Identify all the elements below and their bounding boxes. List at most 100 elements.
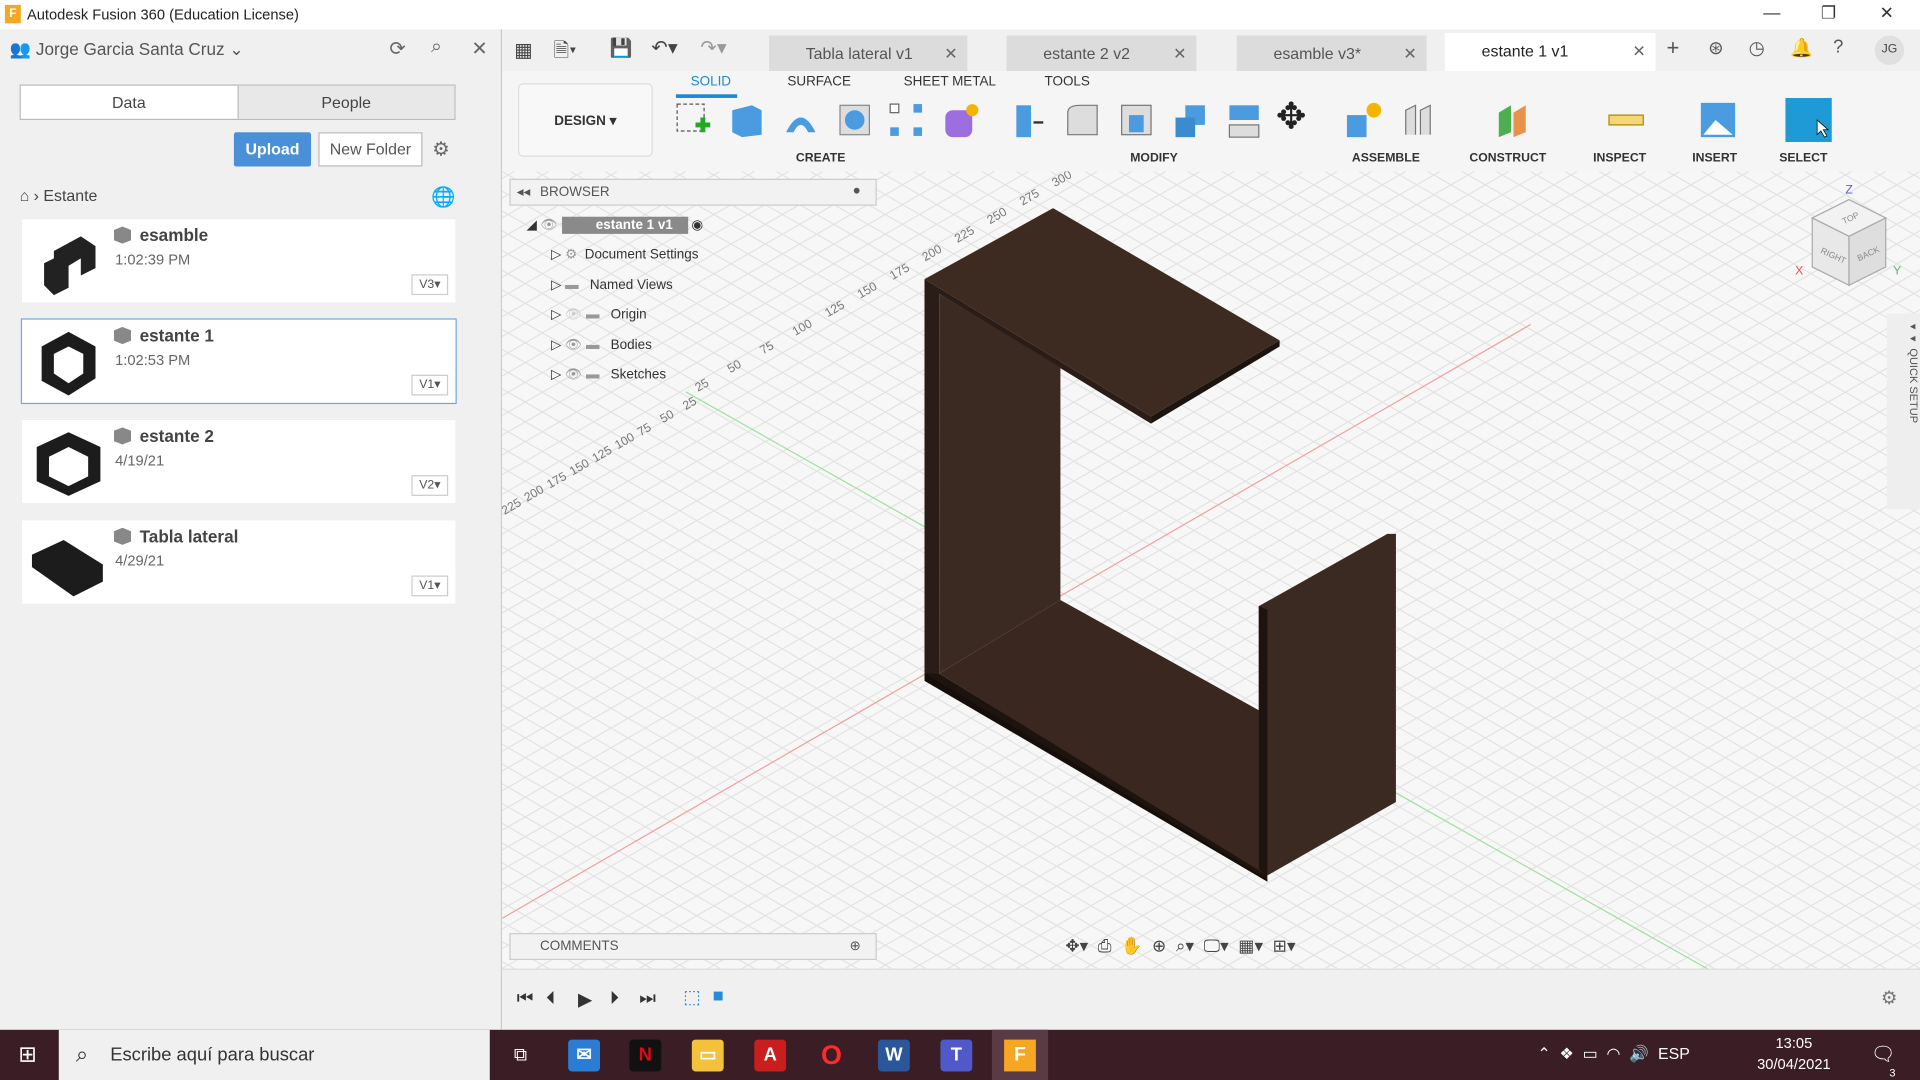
notification-center-icon[interactable]: 🗨3 — [1871, 1042, 1896, 1080]
windows-start-icon[interactable]: ⊞ — [18, 1042, 36, 1068]
task-view-icon[interactable]: ⧉ — [504, 1040, 536, 1072]
notifications-bell-icon[interactable]: 🔔 — [1790, 37, 1813, 59]
create-sketch-icon[interactable] — [673, 100, 712, 139]
quick-setup-panel[interactable]: ◂◂ QUICK SETUP — [1886, 313, 1920, 510]
visibility-eye-icon[interactable]: 👁 — [541, 218, 558, 233]
job-status-icon[interactable]: ◷ — [1749, 37, 1765, 59]
browser-item[interactable]: ▷ 👁 ▬ Sketches — [551, 362, 666, 386]
inspect-menu[interactable]: INSPECT — [1593, 152, 1646, 165]
close-tab-icon[interactable]: ✕ — [1632, 33, 1645, 69]
version-dropdown[interactable]: V1▾ — [411, 374, 449, 396]
press-pull-icon[interactable] — [1009, 100, 1048, 139]
extensions-icon[interactable]: ⊛ — [1708, 37, 1723, 59]
browser-item[interactable]: ▷ ▬ Named Views — [551, 273, 673, 297]
browser-panel-header[interactable]: ◂◂ BROWSER ● — [509, 178, 877, 206]
version-dropdown[interactable]: V2▾ — [411, 475, 449, 496]
offset-face-icon[interactable] — [1225, 100, 1264, 139]
settings-gear-icon[interactable]: ⚙ — [432, 137, 450, 161]
root-component[interactable]: estante 1 v1 — [561, 216, 688, 234]
timeline-settings-icon[interactable]: ⚙ — [1881, 987, 1897, 1009]
display-settings-icon[interactable]: 🖵▾ — [1204, 936, 1229, 956]
revolve-icon[interactable] — [781, 100, 820, 139]
3d-canvas[interactable]: 2550751001251501752002252502753003253503… — [502, 171, 1920, 969]
create-menu[interactable]: CREATE — [796, 152, 845, 165]
close-tab-icon[interactable]: ✕ — [1403, 36, 1416, 72]
close-tab-icon[interactable]: ✕ — [944, 36, 957, 72]
look-at-icon[interactable]: ⎙ — [1098, 936, 1112, 956]
fit-icon[interactable]: ⌕▾ — [1176, 936, 1194, 956]
search-icon[interactable]: ⌕ — [431, 37, 442, 59]
help-icon[interactable]: ? — [1833, 37, 1843, 58]
save-icon[interactable]: 💾 — [610, 37, 633, 59]
hidden-eye-icon[interactable]: 👁 — [565, 307, 582, 322]
grid-settings-icon[interactable]: ▦▾ — [1238, 936, 1263, 956]
minimize-button[interactable]: — — [1763, 2, 1780, 22]
select-icon[interactable] — [1785, 97, 1832, 143]
globe-share-icon[interactable]: 🌐 — [431, 185, 455, 209]
user-avatar[interactable]: JG — [1874, 35, 1905, 65]
pin-icon[interactable]: ● — [853, 184, 861, 199]
taskbar-search[interactable]: ⌕ Escribe aquí para buscar — [58, 1029, 490, 1080]
insert-menu[interactable]: INSERT — [1692, 152, 1737, 165]
version-dropdown[interactable]: V3▾ — [411, 274, 449, 296]
browser-item[interactable]: ▷ ⚙ Document Settings — [551, 242, 698, 266]
create-form-icon[interactable] — [940, 100, 979, 139]
fusion-taskbar-active[interactable]: F — [991, 1029, 1049, 1080]
fillet-icon[interactable] — [1063, 100, 1102, 139]
redo-icon[interactable]: ↷▾ — [700, 36, 726, 60]
doc-tab-estante-1[interactable]: estante 1 v1 ✕ — [1444, 33, 1656, 72]
file-card[interactable]: Tabla lateral 4/29/21 V1▾ — [20, 519, 457, 605]
user-team-selector[interactable]: 👥 Jorge Garcia Santa Cruz ⌄ — [10, 39, 244, 60]
comments-panel[interactable]: COMMENTS ⊕ — [509, 933, 877, 961]
restore-button[interactable]: ❐ — [1821, 2, 1836, 23]
pan-hand-icon[interactable]: ✋ — [1121, 936, 1142, 956]
close-window-button[interactable]: ✕ — [1880, 2, 1894, 23]
browser-item[interactable]: ▷ 👁 ▬ Origin — [551, 302, 647, 326]
apps-grid-icon[interactable]: ▦ — [514, 38, 533, 62]
play-icon[interactable]: ▶ — [578, 988, 592, 1010]
offset-plane-icon[interactable] — [1494, 100, 1533, 139]
assemble-menu[interactable]: ASSEMBLE — [1352, 152, 1420, 165]
tab-data[interactable]: Data — [21, 86, 237, 119]
view-cube[interactable]: TOP RIGHT BACK Z X Y — [1788, 181, 1910, 291]
file-explorer-icon[interactable]: ▭ — [691, 1039, 724, 1072]
netflix-app-icon[interactable]: N — [629, 1039, 662, 1072]
hole-icon[interactable] — [835, 100, 874, 139]
undo-icon[interactable]: ↶▾ — [651, 36, 677, 60]
construct-menu[interactable]: CONSTRUCT — [1469, 152, 1546, 165]
go-to-end-icon[interactable]: ⏭ — [639, 988, 656, 1009]
doc-tab-estante-2[interactable]: estante 2 v2 ✕ — [1006, 35, 1197, 72]
pattern-icon[interactable] — [887, 100, 926, 139]
tab-people[interactable]: People — [236, 85, 455, 119]
joint-icon[interactable] — [1398, 100, 1437, 139]
close-tab-icon[interactable]: ✕ — [1173, 36, 1186, 72]
close-panel-icon[interactable]: ✕ — [471, 37, 487, 61]
tab-solid[interactable]: SOLID — [691, 75, 731, 90]
modify-menu[interactable]: MODIFY — [1130, 152, 1178, 165]
new-tab-plus-icon[interactable]: + — [1667, 36, 1680, 62]
zoom-icon[interactable]: ⊕ — [1152, 936, 1166, 956]
new-folder-button[interactable]: New Folder — [318, 132, 423, 167]
visibility-eye-icon[interactable]: 👁 — [565, 338, 582, 353]
step-back-icon[interactable]: ⏴ — [546, 988, 555, 1009]
shell-icon[interactable] — [1117, 100, 1156, 139]
workspace-switcher[interactable]: DESIGN ▾ — [517, 83, 653, 157]
upload-button[interactable]: Upload — [233, 132, 312, 167]
mail-app-icon[interactable]: ✉ — [568, 1039, 601, 1072]
home-icon[interactable]: ⌂ — [20, 186, 30, 204]
tray-icons[interactable]: ⌃ ❖ ▭ ◠ 🔊 ESP — [1537, 1044, 1689, 1064]
collapse-browser-icon[interactable]: ◂◂ — [517, 184, 531, 200]
extrude-icon[interactable] — [727, 100, 766, 139]
orbit-icon[interactable]: ✥▾ — [1065, 936, 1088, 956]
tab-tools[interactable]: TOOLS — [1044, 75, 1089, 90]
visibility-eye-icon[interactable]: 👁 — [565, 367, 582, 382]
breadcrumb-folder[interactable]: Estante — [43, 186, 97, 204]
clock[interactable]: 13:05 30/04/2021 — [1751, 1035, 1837, 1073]
version-dropdown[interactable]: V1▾ — [411, 575, 449, 597]
doc-tab-esamble[interactable]: esamble v3* ✕ — [1236, 35, 1427, 72]
measure-icon[interactable] — [1607, 100, 1646, 139]
doc-tab-tabla-lateral[interactable]: Tabla lateral v1 ✕ — [768, 35, 968, 72]
activate-radio-icon[interactable]: ◉ — [691, 218, 703, 233]
file-menu-icon[interactable]: 🗎▾ — [553, 37, 576, 70]
file-card[interactable]: estante 1 1:02:53 PM V1▾ — [20, 318, 457, 405]
